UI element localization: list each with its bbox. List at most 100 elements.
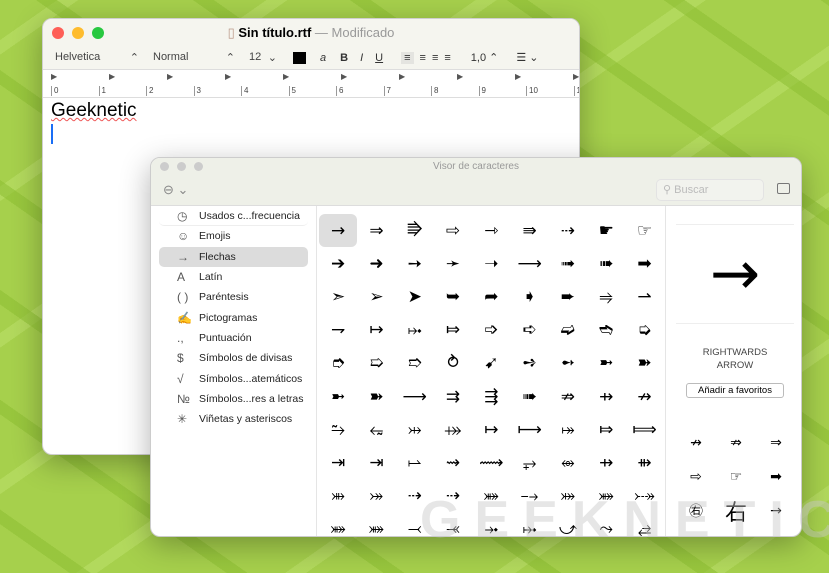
- align-left-icon[interactable]: ≡: [401, 51, 414, 64]
- character-cell[interactable]: ↛: [625, 380, 663, 413]
- character-cell[interactable]: ⤖: [357, 480, 395, 513]
- sidebar-item[interactable]: № Símbolos...res a letras: [159, 389, 308, 409]
- related-character[interactable]: ↛: [676, 426, 716, 460]
- character-cell[interactable]: ↦: [472, 413, 510, 446]
- character-cell[interactable]: ⇸: [587, 380, 625, 413]
- related-character[interactable]: ➡: [756, 460, 796, 494]
- character-cell[interactable]: ⇸: [587, 446, 625, 479]
- tab-stop-marker[interactable]: ▶: [399, 72, 405, 81]
- character-cell[interactable]: ⤘: [357, 513, 395, 536]
- character-cell[interactable]: ⇛: [510, 214, 548, 247]
- zoom-button[interactable]: [92, 27, 104, 39]
- character-cell[interactable]: ⇶: [472, 380, 510, 413]
- size-select[interactable]: 12 ⌄: [245, 51, 281, 64]
- underline-button[interactable]: U: [375, 52, 383, 64]
- align-right-icon[interactable]: ≡: [432, 52, 438, 64]
- sidebar-item[interactable]: $ Símbolos de divisas: [159, 348, 308, 368]
- character-cell[interactable]: ⤠: [396, 314, 434, 347]
- close-button[interactable]: [160, 162, 169, 171]
- tab-stop-marker[interactable]: ▶: [51, 72, 57, 81]
- character-cell[interactable]: ➬: [587, 314, 625, 347]
- justify-icon[interactable]: ≡: [444, 52, 450, 64]
- character-cell[interactable]: ➜: [357, 247, 395, 280]
- character-cell[interactable]: ⤐: [625, 480, 663, 513]
- close-button[interactable]: [52, 27, 64, 39]
- character-cell[interactable]: ➤: [396, 280, 434, 313]
- character-cell[interactable]: ⥅: [510, 446, 548, 479]
- character-cell[interactable]: ➼: [319, 380, 357, 413]
- character-cell[interactable]: ⇝: [434, 446, 472, 479]
- related-character[interactable]: ⇏: [716, 426, 756, 460]
- character-cell[interactable]: ⤇: [587, 413, 625, 446]
- italic-button[interactable]: I: [360, 52, 363, 64]
- character-cell[interactable]: ⟶: [396, 380, 434, 413]
- character-cell[interactable]: ⤍: [510, 480, 548, 513]
- related-character[interactable]: ㊨: [676, 494, 716, 528]
- character-cell[interactable]: ⤀: [434, 413, 472, 446]
- character-cell[interactable]: ↦: [357, 314, 395, 347]
- tab-stop-marker[interactable]: ▶: [225, 72, 231, 81]
- character-cell[interactable]: ⤘: [587, 480, 625, 513]
- zoom-button[interactable]: [194, 162, 203, 171]
- character-cell[interactable]: ⤙: [396, 513, 434, 536]
- character-cell[interactable]: ⤕: [319, 480, 357, 513]
- character-cell[interactable]: ⥁: [434, 347, 472, 380]
- line-spacing-select[interactable]: 1,0 ⌃: [471, 51, 499, 64]
- character-cell[interactable]: ➫: [549, 314, 587, 347]
- document-body[interactable]: Geeknetic: [43, 98, 579, 146]
- tab-stop-marker[interactable]: ▶: [573, 72, 579, 81]
- character-cell[interactable]: ➙: [396, 247, 434, 280]
- character-cell[interactable]: ⥈: [549, 446, 587, 479]
- more-options-button[interactable]: ⊖ ⌄: [163, 182, 188, 198]
- character-cell[interactable]: ⤔: [396, 413, 434, 446]
- character-cell[interactable]: ⇒: [357, 214, 395, 247]
- tab-stop-marker[interactable]: ▶: [167, 72, 173, 81]
- character-cell[interactable]: ⇥: [357, 446, 395, 479]
- text-color-swatch[interactable]: [293, 51, 306, 64]
- character-cell[interactable]: ⤞: [472, 513, 510, 536]
- character-cell[interactable]: ➥: [434, 280, 472, 313]
- character-cell[interactable]: ⟼: [510, 413, 548, 446]
- character-cell[interactable]: ⥤: [587, 280, 625, 313]
- character-cell[interactable]: ➭: [625, 314, 663, 347]
- character-cell[interactable]: ➩: [472, 314, 510, 347]
- character-cell[interactable]: ⤘: [319, 513, 357, 536]
- character-cell[interactable]: ➧: [510, 280, 548, 313]
- align-center-icon[interactable]: ≡: [420, 52, 426, 64]
- character-cell[interactable]: ➱: [396, 347, 434, 380]
- character-cell[interactable]: ➽: [357, 380, 395, 413]
- tab-stop-marker[interactable]: ▶: [109, 72, 115, 81]
- character-cell[interactable]: ⤗: [549, 480, 587, 513]
- character-cell[interactable]: ➼: [587, 347, 625, 380]
- character-cell[interactable]: ⟿: [472, 446, 510, 479]
- related-character[interactable]: ⇨: [676, 460, 716, 494]
- character-cell[interactable]: ⇢: [396, 480, 434, 513]
- character-cell[interactable]: ⭆: [396, 214, 434, 247]
- character-cell[interactable]: ➹: [472, 347, 510, 380]
- tab-stop-marker[interactable]: ▶: [341, 72, 347, 81]
- character-cell[interactable]: ⇢: [549, 214, 587, 247]
- list-icon[interactable]: ☰ ⌄: [516, 51, 538, 64]
- character-cell[interactable]: ➟: [549, 247, 587, 280]
- character-cell[interactable]: ⇨: [434, 214, 472, 247]
- tab-stop-marker[interactable]: ▶: [283, 72, 289, 81]
- character-cell[interactable]: ⇁: [319, 314, 357, 347]
- sidebar-item[interactable]: A Latín: [159, 267, 308, 287]
- character-cell[interactable]: ⟶: [510, 247, 548, 280]
- character-cell[interactable]: ➠: [587, 247, 625, 280]
- bold-button[interactable]: B: [340, 52, 348, 64]
- character-cell[interactable]: ⇏: [549, 380, 587, 413]
- character-cell[interactable]: ☞: [625, 214, 663, 247]
- related-character[interactable]: 右: [716, 494, 756, 528]
- ruler[interactable]: 0▶1▶2▶3▶4▶5▶6▶7▶8▶9▶10▶11: [43, 70, 579, 98]
- character-cell[interactable]: ⇻: [625, 446, 663, 479]
- font-select[interactable]: Helvetica ⌃: [51, 51, 143, 64]
- sidebar-item[interactable]: ✍ Pictogramas: [159, 307, 308, 327]
- sidebar-toggle-icon[interactable]: [777, 183, 790, 194]
- sidebar-item[interactable]: ☺ Emojis: [159, 226, 308, 246]
- sidebar-item[interactable]: √ Símbolos...atemáticos: [159, 368, 308, 388]
- character-cell[interactable]: ➡: [625, 247, 663, 280]
- character-cell[interactable]: ⤛: [434, 513, 472, 536]
- related-character[interactable]: ☞: [716, 460, 756, 494]
- related-character[interactable]: ⇒: [756, 426, 796, 460]
